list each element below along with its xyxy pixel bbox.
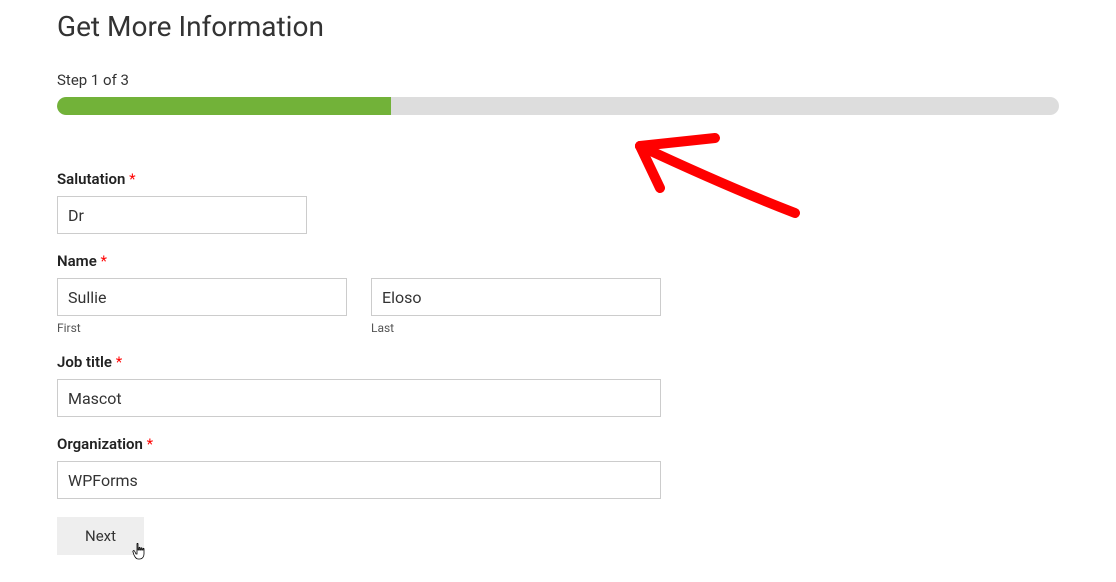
first-name-input[interactable]	[57, 278, 347, 316]
page-title: Get More Information	[57, 10, 1059, 43]
salutation-label: Salutation *	[57, 170, 1059, 188]
field-job-title: Job title *	[57, 353, 1059, 417]
field-salutation: Salutation *	[57, 170, 1059, 234]
job-title-input[interactable]	[57, 379, 661, 417]
organization-label-text: Organization	[57, 435, 143, 453]
salutation-input[interactable]	[57, 196, 307, 234]
next-button[interactable]: Next	[57, 517, 144, 555]
field-name: Name * First Last	[57, 252, 1059, 335]
required-marker: *	[101, 252, 107, 270]
required-marker: *	[116, 353, 122, 371]
field-organization: Organization *	[57, 435, 1059, 499]
name-label: Name *	[57, 252, 1059, 270]
last-name-input[interactable]	[371, 278, 661, 316]
salutation-label-text: Salutation	[57, 170, 125, 188]
required-marker: *	[129, 170, 135, 188]
organization-input[interactable]	[57, 461, 661, 499]
step-indicator: Step 1 of 3	[57, 71, 1059, 89]
organization-label: Organization *	[57, 435, 1059, 453]
last-name-sublabel: Last	[371, 321, 661, 335]
job-title-label-text: Job title	[57, 353, 112, 371]
first-name-sublabel: First	[57, 321, 347, 335]
job-title-label: Job title *	[57, 353, 1059, 371]
progress-bar	[57, 97, 1059, 115]
progress-fill	[57, 97, 391, 115]
name-label-text: Name	[57, 252, 97, 270]
required-marker: *	[147, 435, 153, 453]
